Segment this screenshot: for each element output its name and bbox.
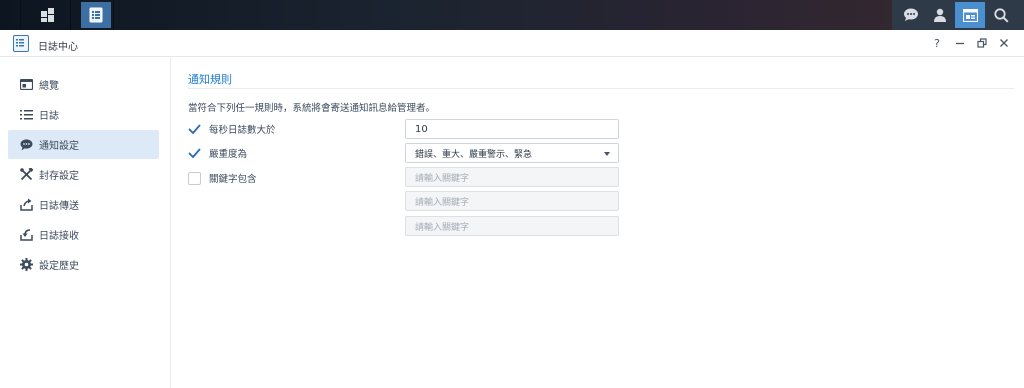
select-value: 錯誤、重大、嚴重警示、緊急 <box>415 149 533 160</box>
close-button[interactable] <box>997 36 1011 50</box>
search-icon <box>993 7 1009 23</box>
user-button[interactable] <box>925 2 955 28</box>
input-placeholder: 請輸入關鍵字 <box>415 222 470 233</box>
widgets-icon <box>962 8 978 22</box>
input-value: 10 <box>415 123 428 135</box>
sidebar-item-label: 日誌傳送 <box>39 201 79 212</box>
sidebar-item-log-sending[interactable]: 日誌傳送 <box>8 190 159 219</box>
rule-keyword-checkbox[interactable]: 關鍵字包含 <box>188 170 257 186</box>
sidebar-item-log-receiving[interactable]: 日誌接收 <box>8 220 159 249</box>
taskbar-tray <box>892 0 1024 30</box>
user-icon <box>934 8 946 22</box>
chat-icon <box>904 8 918 21</box>
grid-icon <box>41 8 54 22</box>
input-placeholder: 請輸入關鍵字 <box>415 197 470 208</box>
sidebar-item-label: 總覽 <box>39 81 59 92</box>
minimize-button[interactable] <box>953 36 967 50</box>
download-icon <box>19 228 33 242</box>
sidebar-item-label: 通知設定 <box>39 141 79 152</box>
help-button[interactable]: ? <box>930 36 944 50</box>
window-title: 日誌中心 <box>38 42 78 53</box>
main-menu-button[interactable] <box>33 2 63 28</box>
section-divider <box>188 88 1014 89</box>
sidebar-item-overview[interactable]: 總覽 <box>8 70 159 99</box>
sidebar-item-logs[interactable]: 日誌 <box>8 100 159 129</box>
sidebar-item-label: 封存設定 <box>39 171 79 182</box>
rules-description: 當符合下列任一規則時，系統將會寄送通知訊息給管理者。 <box>188 103 436 114</box>
window-titlebar: 日誌中心 ? <box>0 30 1024 57</box>
sidebar-item-archive-settings[interactable]: 封存設定 <box>8 160 159 189</box>
sidebar-item-label: 設定歷史 <box>39 261 79 272</box>
taskbar-separator <box>113 0 114 30</box>
chat-bubble-icon <box>19 138 33 152</box>
sidebar: 總覽 日誌 通知設定 封存設定 日誌傳送 日誌接收 設定歷史 <box>0 58 171 388</box>
restore-button[interactable] <box>975 36 989 50</box>
taskbar-separator <box>70 0 71 30</box>
checkmark-icon <box>188 147 201 160</box>
upload-icon <box>19 198 33 212</box>
tools-icon <box>19 168 33 182</box>
chevron-down-icon <box>604 152 610 156</box>
minimize-icon <box>956 42 964 45</box>
rule-label: 嚴重度為 <box>209 149 248 160</box>
section-title: 通知規則 <box>188 73 232 86</box>
taskbar-log-center-button[interactable] <box>81 2 111 28</box>
sidebar-item-settings-history[interactable]: 設定歷史 <box>8 250 159 279</box>
sidebar-item-notification-settings[interactable]: 通知設定 <box>8 130 159 159</box>
rule-logs-per-second-checkbox[interactable]: 每秒日誌數大於 <box>188 121 276 137</box>
severity-select[interactable]: 錯誤、重大、嚴重警示、緊急 <box>405 143 619 163</box>
restore-icon <box>977 38 987 48</box>
rule-label: 關鍵字包含 <box>209 174 257 185</box>
checkbox-box <box>188 171 201 185</box>
log-center-icon <box>89 7 103 23</box>
close-icon <box>1000 39 1008 47</box>
sidebar-item-label: 日誌接收 <box>39 231 79 242</box>
keyword-input-2[interactable]: 請輸入關鍵字 <box>405 191 619 211</box>
gear-icon <box>19 258 33 272</box>
rule-label: 每秒日誌數大於 <box>209 125 276 136</box>
list-icon <box>19 108 33 122</box>
taskbar-separator <box>20 0 21 30</box>
log-center-app-icon <box>13 35 29 52</box>
keyword-input-1[interactable]: 請輸入關鍵字 <box>405 167 619 187</box>
sidebar-item-label: 日誌 <box>39 111 59 122</box>
taskbar <box>0 0 1024 30</box>
rule-severity-checkbox[interactable]: 嚴重度為 <box>188 145 247 161</box>
checkmark-icon <box>188 123 201 136</box>
widgets-button[interactable] <box>955 2 985 28</box>
overview-icon <box>19 78 33 92</box>
help-icon: ? <box>934 36 940 50</box>
notifications-button[interactable] <box>896 2 926 28</box>
search-button[interactable] <box>986 2 1016 28</box>
logs-per-second-input[interactable]: 10 <box>405 119 619 139</box>
keyword-input-3[interactable]: 請輸入關鍵字 <box>405 216 619 236</box>
input-placeholder: 請輸入關鍵字 <box>415 173 470 184</box>
